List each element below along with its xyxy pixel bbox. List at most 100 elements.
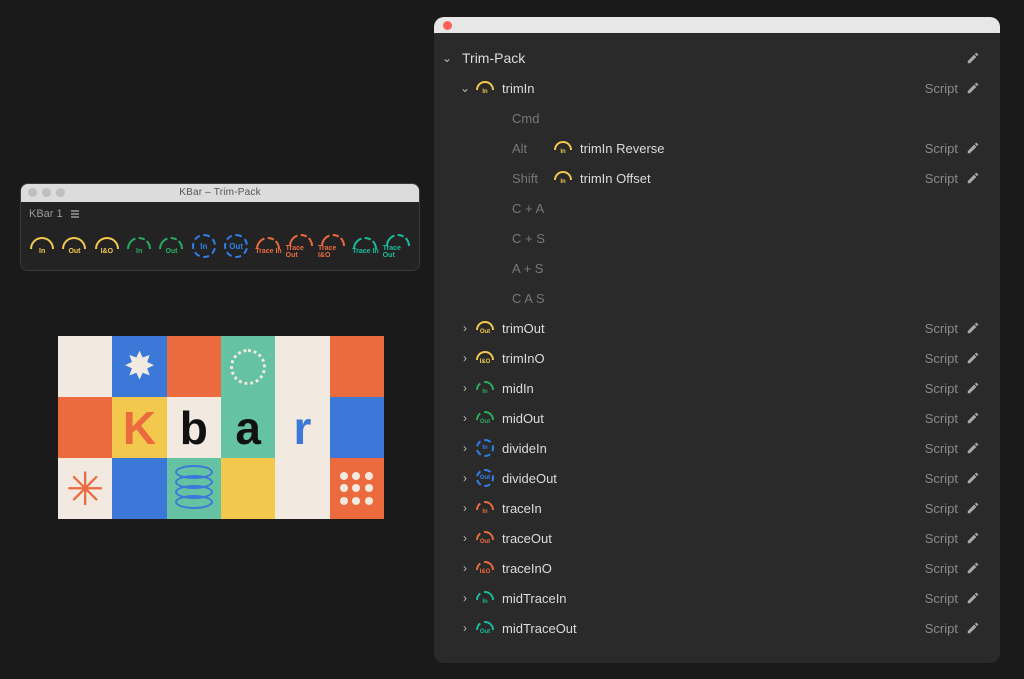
kbar-logo-image: ✸ K b a r ✳ (58, 336, 384, 519)
tree-item-label: midTraceIn (502, 591, 567, 606)
menu-icon[interactable] (69, 208, 81, 220)
script-icon: Out (476, 619, 494, 637)
tree-item[interactable]: ›InmidInScript (438, 373, 990, 403)
modifier-cmd-row[interactable]: Cmd (438, 103, 990, 133)
chevron-right-icon[interactable]: › (456, 561, 474, 575)
edit-icon[interactable] (966, 381, 980, 395)
trimIn-icon: In (476, 79, 494, 97)
edit-icon[interactable] (966, 561, 980, 575)
script-icon: In (476, 439, 494, 457)
kbar-btn-trimInO[interactable]: I&O (92, 230, 122, 262)
kbar-btn-traceInO[interactable]: Trace I&O (318, 230, 348, 262)
modifier-shift-row[interactable]: Shift In trimIn Offset Script (438, 163, 990, 193)
chevron-right-icon[interactable]: › (456, 471, 474, 485)
edit-icon[interactable] (966, 621, 980, 635)
kbar-btn-trimIn[interactable]: In (27, 230, 57, 262)
kbar-btn-divideOut[interactable]: Out (221, 230, 251, 262)
type-label: Script (925, 621, 958, 636)
tree-item[interactable]: ›OutdivideOutScript (438, 463, 990, 493)
modifier-as-row[interactable]: A + S (438, 253, 990, 283)
tree-item-label: trimOut (502, 321, 545, 336)
chevron-right-icon[interactable]: › (456, 621, 474, 635)
edit-icon[interactable] (966, 501, 980, 515)
modifier-ca-row[interactable]: C + A (438, 193, 990, 223)
kbar-btn-divideIn[interactable]: In (189, 230, 219, 262)
script-icon: In (476, 499, 494, 517)
chevron-right-icon[interactable]: › (456, 351, 474, 365)
shift-action-label: trimIn Offset (580, 171, 651, 186)
tree-item[interactable]: ›Out midOut Script (438, 403, 990, 433)
tree-item-label: divideOut (502, 471, 557, 486)
type-label: Script (925, 531, 958, 546)
alt-action-label: trimIn Reverse (580, 141, 665, 156)
traffic-lights[interactable] (28, 188, 65, 197)
type-label: Script (925, 441, 958, 456)
type-label: Script (925, 561, 958, 576)
kbar-titlebar[interactable]: KBar – Trim-Pack (21, 184, 419, 202)
kbar-title-text: KBar – Trim-Pack (179, 187, 261, 198)
kbar-btn-trimOut[interactable]: Out (59, 230, 89, 262)
script-icon: In (476, 379, 494, 397)
tree-item[interactable]: ›InmidTraceInScript (438, 583, 990, 613)
tree-item-label: trimInO (502, 351, 545, 366)
chevron-down-icon[interactable]: ⌄ (438, 51, 456, 65)
edit-icon[interactable] (966, 591, 980, 605)
kbar-window: KBar – Trim-Pack KBar 1 InOutI&OInOutInO… (20, 183, 420, 271)
tree-item[interactable]: ›IntraceInScript (438, 493, 990, 523)
settings-titlebar[interactable] (434, 17, 1000, 33)
script-icon: Out (476, 409, 494, 427)
chevron-right-icon[interactable]: › (456, 411, 474, 425)
tree-item-label: midTraceOut (502, 621, 577, 636)
pack-title: Trim-Pack (462, 50, 525, 66)
type-label: Script (925, 411, 958, 426)
close-icon[interactable] (443, 21, 452, 30)
type-label: Script (925, 501, 958, 516)
tree-item[interactable]: ›I&OtrimInOScript (438, 343, 990, 373)
chevron-right-icon[interactable]: › (456, 501, 474, 515)
type-label: Script (925, 591, 958, 606)
script-icon: I&O (476, 559, 494, 577)
chevron-right-icon[interactable]: › (456, 321, 474, 335)
script-icon: Out (476, 319, 494, 337)
chevron-right-icon[interactable]: › (456, 591, 474, 605)
edit-icon[interactable] (966, 411, 980, 425)
edit-icon[interactable] (966, 351, 980, 365)
edit-icon[interactable] (966, 171, 980, 185)
chevron-right-icon[interactable]: › (456, 381, 474, 395)
edit-icon[interactable] (966, 441, 980, 455)
tree-item-label: midOut (502, 411, 544, 426)
edit-icon[interactable] (966, 81, 980, 95)
settings-tree: ⌄ Trim-Pack ⌄ In trimIn Script Cmd Alt I… (434, 33, 1000, 653)
tree-item[interactable]: ›OuttraceOutScript (438, 523, 990, 553)
tree-item[interactable]: ›OuttrimOutScript (438, 313, 990, 343)
edit-icon[interactable] (966, 141, 980, 155)
tree-item[interactable]: ›I&OtraceInOScript (438, 553, 990, 583)
edit-icon[interactable] (966, 471, 980, 485)
chevron-right-icon[interactable]: › (456, 441, 474, 455)
kbar-btn-midTraceIn[interactable]: Trace In (350, 230, 380, 262)
kbar-btn-midOut[interactable]: Out (156, 230, 186, 262)
edit-icon[interactable] (966, 51, 980, 65)
tree-item-label: trimIn (502, 81, 535, 96)
type-label: Script (925, 381, 958, 396)
kbar-btn-midIn[interactable]: In (124, 230, 154, 262)
script-icon: I&O (476, 349, 494, 367)
kbar-btn-traceOut[interactable]: Trace Out (286, 230, 316, 262)
chevron-right-icon[interactable]: › (456, 531, 474, 545)
kbar-tab[interactable]: KBar 1 (29, 208, 63, 220)
kbar-btn-traceIn[interactable]: Trace In (253, 230, 283, 262)
edit-icon[interactable] (966, 531, 980, 545)
trimIn-offset-icon: In (554, 169, 572, 187)
modifier-cs-row[interactable]: C + S (438, 223, 990, 253)
tree-item-trimIn[interactable]: ⌄ In trimIn Script (438, 73, 990, 103)
kbar-btn-midTraceOut[interactable]: Trace Out (383, 230, 413, 262)
pack-header-row[interactable]: ⌄ Trim-Pack (438, 43, 990, 73)
edit-icon[interactable] (966, 321, 980, 335)
tree-item[interactable]: ›Out midTraceOut Script (438, 613, 990, 643)
tree-item[interactable]: ›IndivideInScript (438, 433, 990, 463)
modifier-cas-row[interactable]: C A S (438, 283, 990, 313)
script-icon: Out (476, 529, 494, 547)
settings-window: ⌄ Trim-Pack ⌄ In trimIn Script Cmd Alt I… (434, 17, 1000, 663)
chevron-down-icon[interactable]: ⌄ (456, 81, 474, 95)
modifier-alt-row[interactable]: Alt In trimIn Reverse Script (438, 133, 990, 163)
